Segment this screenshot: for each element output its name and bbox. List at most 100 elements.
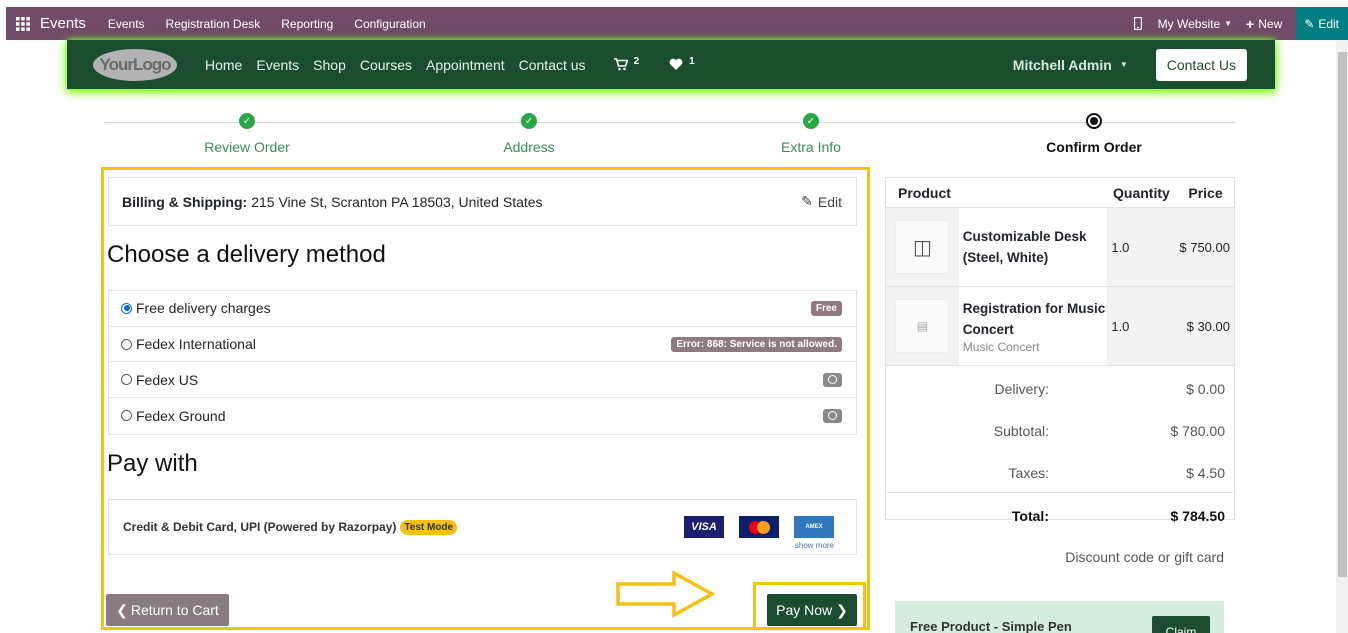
nav-events[interactable]: Events — [256, 57, 299, 73]
website-selector-label: My Website — [1157, 16, 1221, 31]
error-badge: Error: 868: Service is not allowed. — [671, 336, 842, 352]
test-mode-badge: Test Mode — [400, 519, 458, 535]
nav-contact-us[interactable]: Contact us — [519, 57, 586, 73]
nav-appointment[interactable]: Appointment — [426, 57, 505, 73]
product-qty: 1.0 — [1107, 287, 1175, 365]
site-logo[interactable]: YourLogo — [93, 48, 177, 81]
menu-configuration[interactable]: Configuration — [354, 17, 425, 31]
radio-button[interactable] — [121, 302, 132, 314]
delivery-option-fedex-ground[interactable]: Fedex Ground — [109, 398, 856, 434]
radio-button[interactable] — [121, 374, 132, 386]
payment-option[interactable]: Credit & Debit Card, UPI (Powered by Raz… — [108, 499, 857, 555]
user-menu[interactable]: Mitchell Admin ▼ — [1013, 57, 1128, 73]
edit-address-link[interactable]: ✎ Edit — [801, 193, 842, 210]
delivery-option-label: Fedex Ground — [136, 407, 226, 424]
order-summary: Product Quantity Price ◫ Customizable De… — [885, 177, 1235, 524]
taxes-value: $ 4.50 — [1186, 465, 1225, 481]
product-qty: 1.0 — [1107, 208, 1175, 286]
radio-button[interactable] — [121, 338, 132, 350]
pay-now-label: Pay Now — [776, 602, 833, 618]
subtotal-value: $ 780.00 — [1170, 423, 1226, 439]
step-label: Review Order — [204, 139, 290, 155]
current-step-icon — [1086, 113, 1102, 129]
product-name[interactable]: Customizable Desk (Steel, White) — [963, 226, 1108, 268]
chevron-left-icon: ❮ — [116, 601, 128, 618]
divider — [886, 492, 1234, 493]
page-scrollbar[interactable] — [1336, 40, 1348, 633]
menu-registration-desk[interactable]: Registration Desk — [166, 17, 261, 31]
apps-grid-icon[interactable] — [6, 16, 40, 31]
header-price: Price — [1188, 184, 1223, 201]
pay-now-button[interactable]: Pay Now ❯ — [767, 594, 857, 626]
step-label: Extra Info — [781, 139, 841, 155]
delivery-value: $ 0.00 — [1186, 381, 1225, 397]
taxes-row: Taxes: $ 4.50 — [886, 465, 1234, 481]
total-row: Total: $ 784.50 — [886, 508, 1234, 524]
show-more-link[interactable]: show more — [795, 541, 834, 550]
plus-icon: + — [1246, 15, 1255, 32]
new-button-label: New — [1258, 16, 1283, 31]
billing-label: Billing & Shipping: — [122, 193, 248, 210]
scrollbar-thumb[interactable] — [1338, 52, 1347, 577]
step-address[interactable]: ✓ Address — [449, 113, 609, 155]
discount-code-link[interactable]: Discount code or gift card — [885, 549, 1224, 565]
billing-address: 215 Vine St, Scranton PA 18503, United S… — [251, 193, 543, 210]
pencil-icon: ✎ — [1304, 16, 1315, 31]
menu-reporting[interactable]: Reporting — [281, 17, 333, 31]
product-price: $ 30.00 — [1174, 287, 1234, 365]
website-selector[interactable]: My Website ▼ — [1158, 17, 1232, 31]
step-review-order[interactable]: ✓ Review Order — [167, 113, 327, 155]
caret-down-icon: ▼ — [1119, 60, 1128, 69]
edit-link-label: Edit — [817, 193, 842, 210]
mobile-preview-icon[interactable] — [1133, 17, 1142, 30]
product-subtitle: Music Concert — [962, 340, 1040, 354]
summary-header: Product Quantity Price — [886, 178, 1234, 208]
arrow-pointer-icon — [616, 570, 716, 618]
heart-icon — [669, 58, 683, 70]
free-badge: Free — [810, 300, 842, 316]
contact-us-button[interactable]: Contact Us — [1155, 48, 1247, 81]
step-label: Confirm Order — [1046, 139, 1142, 155]
logo-text: YourLogo — [99, 54, 172, 74]
edit-button[interactable]: ✎ Edit — [1296, 7, 1348, 40]
menu-events[interactable]: Events — [108, 17, 145, 31]
check-icon: ✓ — [803, 113, 819, 129]
cart-count: 2 — [633, 56, 640, 67]
claim-button[interactable]: Claim — [1152, 616, 1210, 633]
header-quantity: Quantity — [1113, 184, 1170, 201]
step-confirm-order: Confirm Order — [1014, 113, 1174, 155]
total-label: Total: — [1011, 508, 1049, 524]
promo-banner: Free Product - Simple Pen Claim — [895, 601, 1224, 633]
return-button-label: Return to Cart — [130, 602, 219, 618]
delivery-label: Delivery: — [994, 381, 1049, 397]
promo-text: Free Product - Simple Pen — [910, 619, 1072, 633]
wishlist-link[interactable]: 1 — [669, 56, 695, 71]
table-row: ▤ Registration for Music Concert Music Co… — [886, 287, 1234, 366]
pay-with-title: Pay with — [107, 450, 198, 477]
step-extra-info[interactable]: ✓ Extra Info — [731, 113, 891, 155]
product-image: ▤ — [886, 287, 959, 365]
nav-shop[interactable]: Shop — [313, 57, 346, 73]
nav-courses[interactable]: Courses — [360, 57, 412, 73]
step-label: Address — [503, 139, 555, 155]
cart-link[interactable]: 2 — [613, 56, 640, 71]
delivery-title: Choose a delivery method — [107, 241, 386, 268]
visa-icon: VISA — [684, 516, 724, 538]
delivery-option-fedex-us[interactable]: Fedex US — [109, 362, 856, 399]
app-name[interactable]: Events — [40, 15, 86, 32]
delivery-methods: Free delivery charges Free Fedex Interna… — [108, 290, 857, 435]
header-product: Product — [898, 184, 951, 201]
radio-button[interactable] — [121, 410, 132, 422]
nav-home[interactable]: Home — [205, 57, 242, 73]
delivery-option-free[interactable]: Free delivery charges Free — [109, 291, 856, 327]
new-button[interactable]: + New — [1246, 16, 1282, 32]
edit-button-label: Edit — [1318, 16, 1339, 31]
caret-down-icon: ▼ — [1224, 19, 1233, 28]
product-name[interactable]: Registration for Music Concert — [963, 298, 1108, 340]
return-to-cart-button[interactable]: ❮ Return to Cart — [106, 594, 229, 626]
loading-icon — [823, 408, 842, 423]
payment-provider-label: Credit & Debit Card, UPI (Powered by Raz… — [123, 520, 397, 534]
user-name: Mitchell Admin — [1012, 56, 1112, 73]
delivery-option-fedex-international[interactable]: Fedex International Error: 868: Service … — [109, 327, 856, 363]
edit-icon: ✎ — [801, 193, 813, 209]
